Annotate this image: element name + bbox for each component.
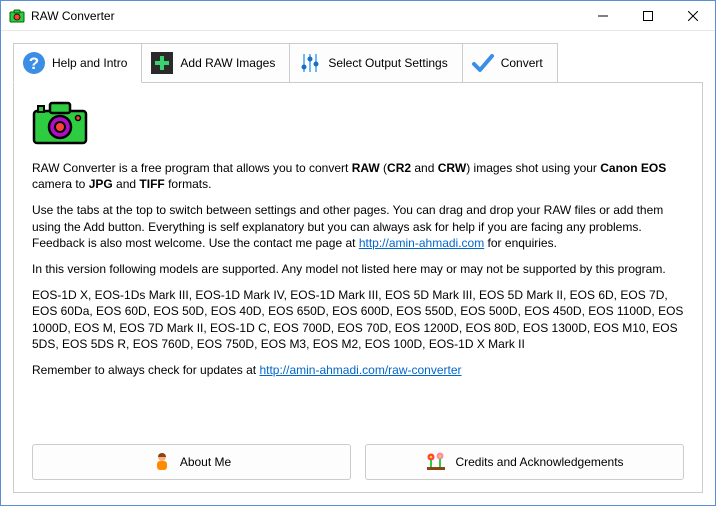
models-list: EOS-1D X, EOS-1Ds Mark III, EOS-1D Mark … — [32, 287, 684, 352]
svg-text:?: ? — [29, 54, 39, 73]
intro-p1: RAW Converter is a free program that all… — [32, 160, 684, 192]
tab-help-intro[interactable]: ? Help and Intro — [13, 43, 142, 83]
bottom-buttons: About Me Credits and Acknowledgements — [32, 444, 684, 480]
window-title: RAW Converter — [31, 9, 580, 23]
intro-p5: Remember to always check for updates at … — [32, 362, 684, 378]
sliders-icon — [298, 51, 322, 75]
person-icon — [152, 451, 172, 474]
intro-text: RAW Converter is a free program that all… — [32, 160, 684, 388]
tab-label: Convert — [501, 56, 543, 70]
tab-label: Select Output Settings — [328, 56, 447, 70]
checkmark-icon — [471, 51, 495, 75]
titlebar: RAW Converter — [1, 1, 715, 31]
about-me-button[interactable]: About Me — [32, 444, 351, 480]
close-button[interactable] — [670, 1, 715, 30]
help-panel: RAW Converter is a free program that all… — [13, 82, 703, 493]
tab-label: Add RAW Images — [180, 56, 275, 70]
minimize-button[interactable] — [580, 1, 625, 30]
intro-p2: Use the tabs at the top to switch betwee… — [32, 202, 684, 251]
intro-p3: In this version following models are sup… — [32, 261, 684, 277]
button-label: Credits and Acknowledgements — [455, 455, 623, 469]
camera-icon — [32, 101, 684, 148]
maximize-button[interactable] — [625, 1, 670, 30]
app-icon — [9, 8, 25, 24]
tabs-row: ? Help and Intro Add RAW Images Se — [13, 43, 703, 83]
tab-add-raw[interactable]: Add RAW Images — [142, 43, 290, 83]
updates-link[interactable]: http://amin-ahmadi.com/raw-converter — [259, 363, 461, 377]
tab-output-settings[interactable]: Select Output Settings — [290, 43, 462, 83]
flowers-icon — [425, 451, 447, 474]
window-controls — [580, 1, 715, 30]
contact-link[interactable]: http://amin-ahmadi.com — [359, 236, 484, 250]
button-label: About Me — [180, 455, 231, 469]
add-icon — [150, 51, 174, 75]
tab-convert[interactable]: Convert — [463, 43, 558, 83]
help-icon: ? — [22, 51, 46, 75]
credits-button[interactable]: Credits and Acknowledgements — [365, 444, 684, 480]
tab-label: Help and Intro — [52, 56, 127, 70]
